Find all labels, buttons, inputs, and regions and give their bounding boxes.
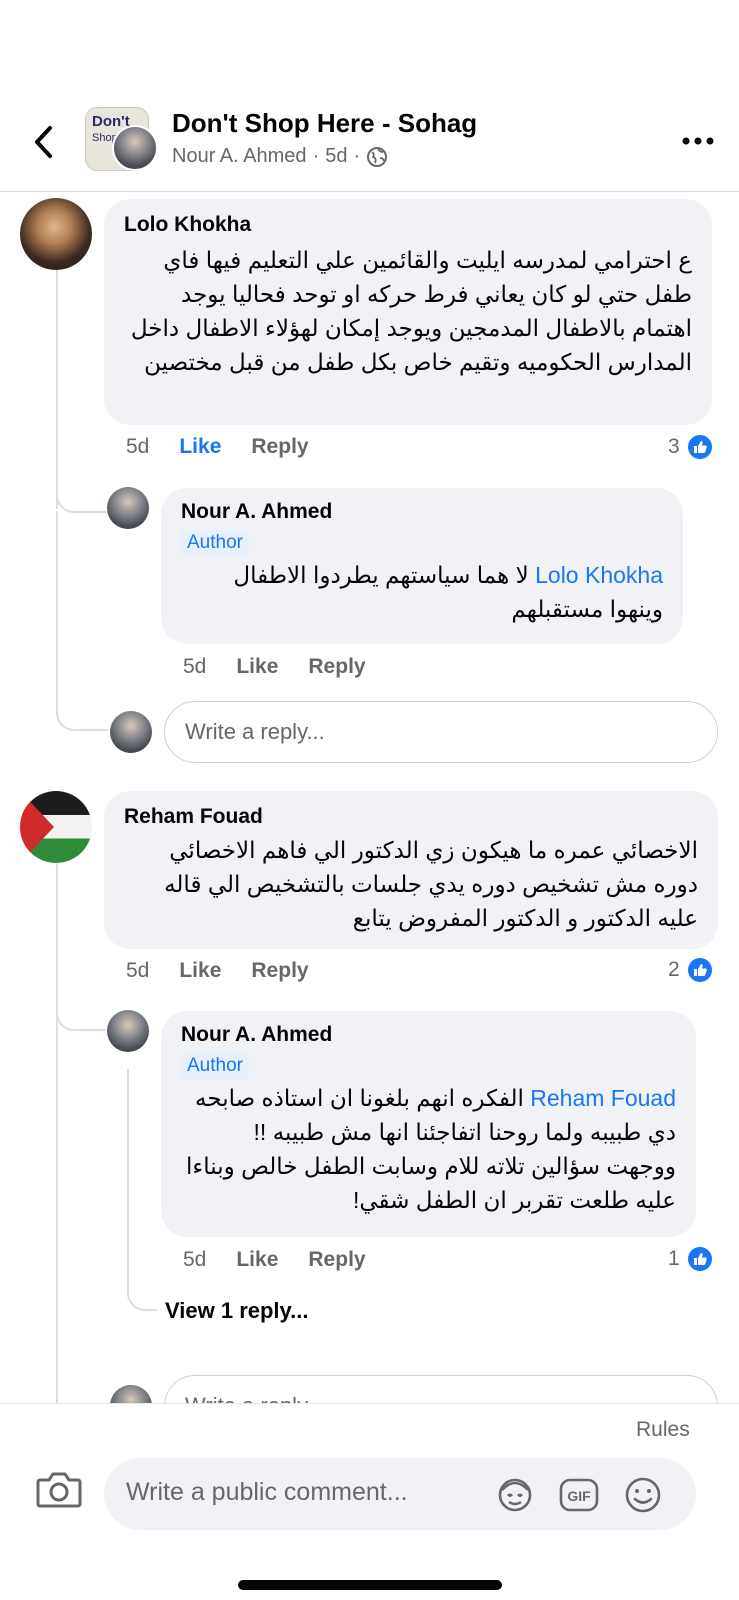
reply-author-name[interactable]: Nour A. Ahmed [181,500,663,524]
reply-button[interactable]: Reply [308,655,365,679]
avatar-sticker-icon[interactable] [494,1474,536,1516]
commenter-name[interactable]: Reham Fouad [124,805,698,829]
like-button[interactable]: Like [179,435,221,459]
author-badge: Author [181,1053,249,1079]
author-badge: Author [181,530,249,556]
comment-bubble: Lolo Khokha ع احترامي لمدرسه ايليت والقا… [104,199,712,425]
like-button[interactable]: Like [179,959,221,983]
more-options-button[interactable] [678,124,718,158]
reply-button[interactable]: Reply [251,959,308,983]
commenter-name[interactable]: Lolo Khokha [124,213,692,237]
reply-bubble: Nour A. Ahmed Author Lolo Khokha لا هما … [161,488,683,644]
comment-text: الاخصائي عمره ما هيكون زي الدكتور الي فا… [164,837,698,931]
post-author[interactable]: Nour A. Ahmed [172,145,307,168]
reply-time: 5d [183,1248,207,1271]
public-comment-input[interactable]: Write a public comment... GIF [104,1458,696,1530]
comment-text: ع احترامي لمدرسه ايليت والقائمين علي الت… [130,247,692,375]
comment-actions: 5d Like Reply [126,959,309,983]
camera-button[interactable] [36,1470,82,1510]
reaction-count[interactable]: 3 [668,433,714,461]
mention-link[interactable]: Lolo Khokha [535,562,663,588]
more-icon [682,137,714,145]
reaction-count[interactable]: 2 [668,956,714,984]
globe-icon [367,146,388,167]
mention-link[interactable]: Reham Fouad [530,1085,676,1111]
back-arrow-icon [35,126,52,158]
reply-author-name[interactable]: Nour A. Ahmed [181,1023,676,1047]
current-user-avatar [110,1385,152,1403]
reply-input[interactable]: Write a reply... [164,701,718,763]
commenter-avatar[interactable] [20,198,92,270]
reply-input[interactable]: Write a reply... [164,1375,718,1403]
meta-separator: · [353,145,361,167]
thread-line [56,863,58,1403]
reply-bubble: Nour A. Ahmed Author Reham Fouad الفكره … [161,1011,696,1237]
comment-input-placeholder: Write a public comment... [126,1478,408,1506]
commenter-avatar[interactable] [20,791,92,863]
thread-connector [56,683,108,731]
camera-icon [36,1472,82,1508]
meta-separator: · [312,145,320,167]
back-button[interactable] [28,122,58,162]
post-header: Don't Shop Don't Shop Here - Sohag Nour … [0,0,739,192]
comment-time: 5d [126,435,150,458]
reply-actions: 5d Like Reply [183,1248,366,1272]
reaction-number: 2 [668,958,680,981]
gif-icon[interactable]: GIF [558,1474,600,1516]
post-meta: Nour A. Ahmed · 5d · [172,145,388,168]
group-title[interactable]: Don't Shop Here - Sohag [172,108,477,139]
reply-text: Lolo Khokha لا هما سياستهم يطردوا الاطفا… [181,558,663,626]
reaction-number: 3 [668,435,680,458]
svg-text:GIF: GIF [567,1488,591,1504]
reply-time: 5d [183,655,207,678]
rules-link[interactable]: Rules [636,1418,690,1442]
like-reaction-icon [685,956,714,984]
thread-connector [56,473,106,513]
thread-connector [127,1069,157,1311]
thread-connector [56,981,106,1031]
comment-composer-bar: Rules Write a public comment... GIF [0,1403,739,1600]
reply-button[interactable]: Reply [308,1248,365,1272]
reply-button[interactable]: Reply [251,435,308,459]
thread-line [56,511,58,711]
like-button[interactable]: Like [236,655,278,679]
like-button[interactable]: Like [236,1248,278,1272]
emoji-icon[interactable] [622,1474,664,1516]
reply-input-placeholder: Write a reply... [185,719,325,744]
reply-avatar[interactable] [107,487,149,529]
reply-text: Reham Fouad الفكره انهم بلغونا ان استاذه… [181,1081,676,1217]
home-indicator [238,1580,502,1590]
post-time: 5d [325,145,348,167]
reply-actions: 5d Like Reply [183,655,366,679]
reply-input-placeholder: Write a reply... [185,1393,325,1403]
reply-avatar[interactable] [107,1010,149,1052]
reaction-number: 1 [668,1247,680,1270]
current-user-avatar [110,711,152,753]
view-replies-link[interactable]: View 1 reply... [165,1298,308,1324]
author-avatar[interactable] [112,125,158,171]
like-reaction-icon [685,1245,714,1273]
like-reaction-icon [685,433,714,461]
comment-time: 5d [126,959,150,982]
comment-bubble: Reham Fouad الاخصائي عمره ما هيكون زي ال… [104,791,718,949]
reaction-count[interactable]: 1 [668,1245,714,1273]
comments-list: Lolo Khokha ع احترامي لمدرسه ايليت والقا… [0,193,739,1403]
comment-actions: 5d Like Reply [126,435,309,459]
